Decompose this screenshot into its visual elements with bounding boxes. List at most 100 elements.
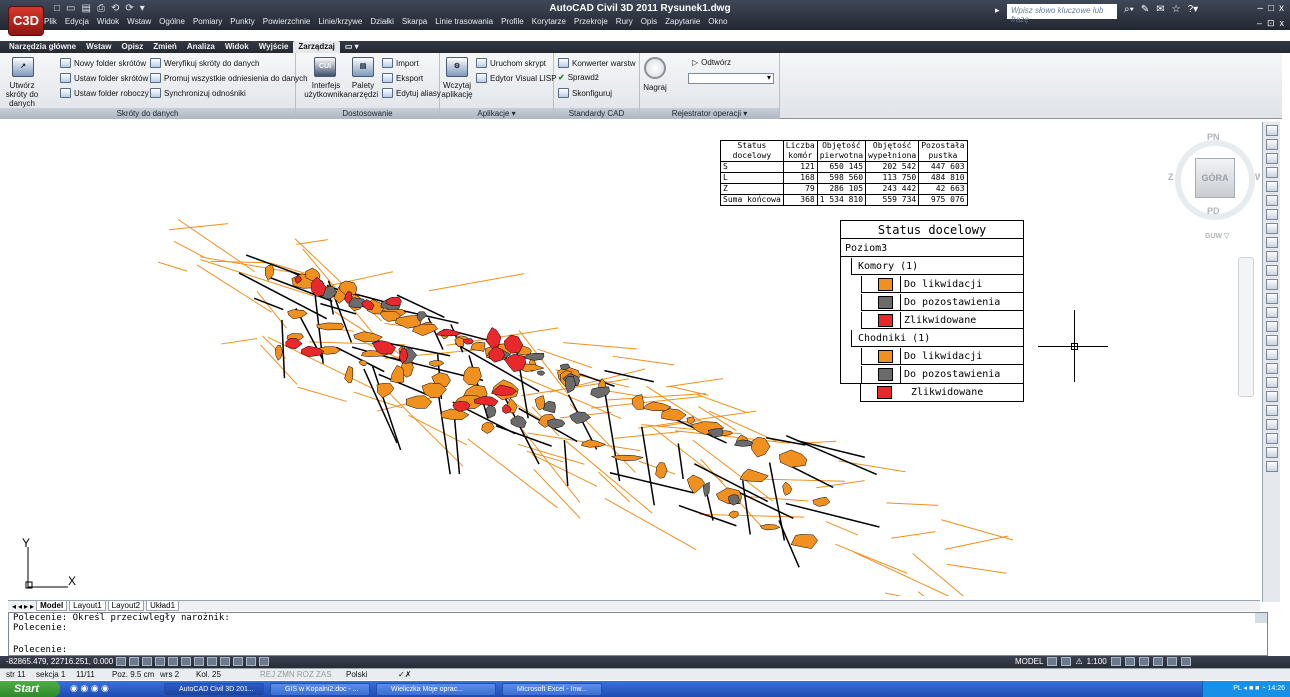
tab-zmien[interactable]: Zmień [148,41,182,53]
record-button[interactable]: Nagraj [640,83,670,92]
otrack-toggle[interactable] [181,657,191,666]
command-prompt[interactable]: Polecenie: [9,645,1267,655]
validate-shortcuts-button[interactable]: Weryfikuj skróty do danych [150,58,259,68]
tool-icon[interactable] [1265,167,1278,178]
menu-skarpa[interactable]: Skarpa [402,17,427,26]
qat-dropdown-icon[interactable]: ▾ [140,3,145,14]
set-working-folder-button[interactable]: Ustaw folder roboczy [60,88,149,98]
drawing-area[interactable]: Status docelowy Liczba komór Objętość pierw… [8,122,1260,596]
menu-korytarze[interactable]: Korytarze [532,17,566,26]
search-input[interactable]: Wpisz słowo kluczowe lub frazę [1007,4,1117,24]
user-interface-button[interactable]: Interfejs użytkownika [300,81,352,99]
task-word[interactable]: GIS w Kopalni2.doc - ... [270,683,370,696]
tab-wstaw[interactable]: Wstaw [81,41,116,53]
tool-icon[interactable] [1265,153,1278,164]
tool-icon[interactable] [1265,321,1278,332]
tool-palettes-button[interactable]: Palety narzędzi [346,81,380,99]
tool-icon[interactable] [1265,181,1278,192]
export-button[interactable]: Eksport [382,73,423,83]
doc-close-button[interactable]: x [1280,18,1285,29]
command-window[interactable]: Polecenie: Określ przeciwległy narożnik:… [8,612,1268,656]
tool-icon[interactable] [1265,279,1278,290]
ortho-toggle[interactable] [142,657,152,666]
tool-icon[interactable] [1265,363,1278,374]
promote-references-button[interactable]: Promuj wszystkie odniesienia do danych [150,73,308,83]
tool-icon[interactable] [1265,125,1278,136]
menu-linie-trasowania[interactable]: Linie trasowania [435,17,493,26]
tool-icon[interactable] [1265,447,1278,458]
menu-rury[interactable]: Rury [616,17,633,26]
compass-east[interactable]: W [1255,172,1260,182]
tool-icon[interactable] [1265,335,1278,346]
tab-model[interactable]: Model [36,601,68,611]
menu-opis[interactable]: Opis [641,17,657,26]
compass-north[interactable]: PN [1207,132,1220,142]
menu-dzialki[interactable]: Działki [370,17,394,26]
tool-icon[interactable] [1265,139,1278,150]
prev-layout-icon[interactable]: ◂ [18,602,22,611]
task-excel[interactable]: Microsoft Excel - Inw... [502,683,602,696]
start-button[interactable]: Start [0,681,60,697]
task-autocad[interactable]: AutoCAD Civil 3D 201... [164,683,264,696]
menu-linie-krzywe[interactable]: Linie/krzywe [318,17,362,26]
command-scrollbar[interactable] [1255,613,1267,623]
undo-icon[interactable]: ⟲ [111,3,119,14]
ucs-menu[interactable]: GUW ▽ [1205,232,1229,240]
annotation-scale[interactable]: 1:100 [1087,657,1107,666]
tab-zarzadzaj[interactable]: Zarządzaj [293,41,340,53]
play-button[interactable]: ▷ Odtwórz [692,58,731,67]
viewcube-face[interactable]: GÓRA [1195,158,1235,198]
macro-dropdown[interactable]: ▾ [688,73,774,84]
polar-toggle[interactable] [155,657,165,666]
workspace-icon[interactable] [1124,657,1135,666]
binoculars-icon[interactable]: ⌕▾ [1124,4,1134,15]
tool-icon[interactable] [1265,307,1278,318]
new-shortcut-folder-button[interactable]: Nowy folder skrótów [60,58,146,68]
hardware-acceleration-icon[interactable] [1152,657,1163,666]
panel-label[interactable]: Aplikacje ▾ [440,108,553,119]
grid-toggle[interactable] [129,657,139,666]
layer-translator-button[interactable]: Konwerter warstw [558,58,636,68]
tool-icon[interactable] [1265,223,1278,234]
tab-opisz[interactable]: Opisz [116,41,148,53]
tab-layout1[interactable]: Layout1 [69,601,106,611]
model-space-button[interactable]: MODEL [1015,657,1043,666]
next-layout-icon[interactable]: ▸ [24,602,28,611]
snap-toggle[interactable] [116,657,126,666]
minimize-button[interactable]: – [1257,3,1263,14]
tool-icon[interactable] [1265,461,1278,472]
open-icon[interactable]: ▭ [66,3,75,14]
coordinates-readout[interactable]: -82865.479, 22716.251, 0.000 [6,657,113,666]
tool-icon[interactable] [1265,209,1278,220]
menu-ogolne[interactable]: Ogólne [159,17,185,26]
qp-toggle[interactable] [246,657,256,666]
quick-launch-icons[interactable]: ◉ ◉ ◉ ◉ [70,683,109,694]
tool-icon[interactable] [1265,251,1278,262]
save-icon[interactable]: ▤ [82,3,91,14]
tab-layout2[interactable]: Layout2 [107,601,145,611]
quick-view-layouts-icon[interactable] [1047,657,1058,666]
run-script-button[interactable]: Uruchom skrypt [476,58,546,68]
load-application-icon[interactable]: ⚙ [446,57,468,77]
tab-wyjscie[interactable]: Wyjście [254,41,294,53]
tool-palettes-icon[interactable]: ▤ [352,57,374,77]
menu-okno[interactable]: Okno [708,17,727,26]
tool-icon[interactable] [1265,265,1278,276]
tool-icon[interactable] [1265,405,1278,416]
menu-punkty[interactable]: Punkty [230,17,254,26]
print-icon[interactable]: ⎙ [97,3,105,14]
close-button[interactable]: x [1279,3,1284,14]
synchronize-references-button[interactable]: Synchronizuj odnośniki [150,88,246,98]
tool-icon[interactable] [1265,433,1278,444]
dyn-toggle[interactable] [207,657,217,666]
viewcube[interactable]: GÓRA PN PD Z W GUW ▽ [1163,122,1260,272]
tool-icon[interactable] [1265,293,1278,304]
help-icon[interactable]: ?▾ [1188,4,1199,15]
tool-icon[interactable] [1265,195,1278,206]
communication-icon[interactable]: ✉ [1156,4,1164,15]
tab-narzedzia-glowne[interactable]: Narzędzia główne [4,41,81,53]
subscription-icon[interactable]: ✎ [1141,4,1149,15]
annotation-visibility-icon[interactable] [1110,657,1121,666]
visual-lisp-button[interactable]: Edytor Visual LISP [476,73,557,83]
isolate-objects-icon[interactable] [1166,657,1177,666]
